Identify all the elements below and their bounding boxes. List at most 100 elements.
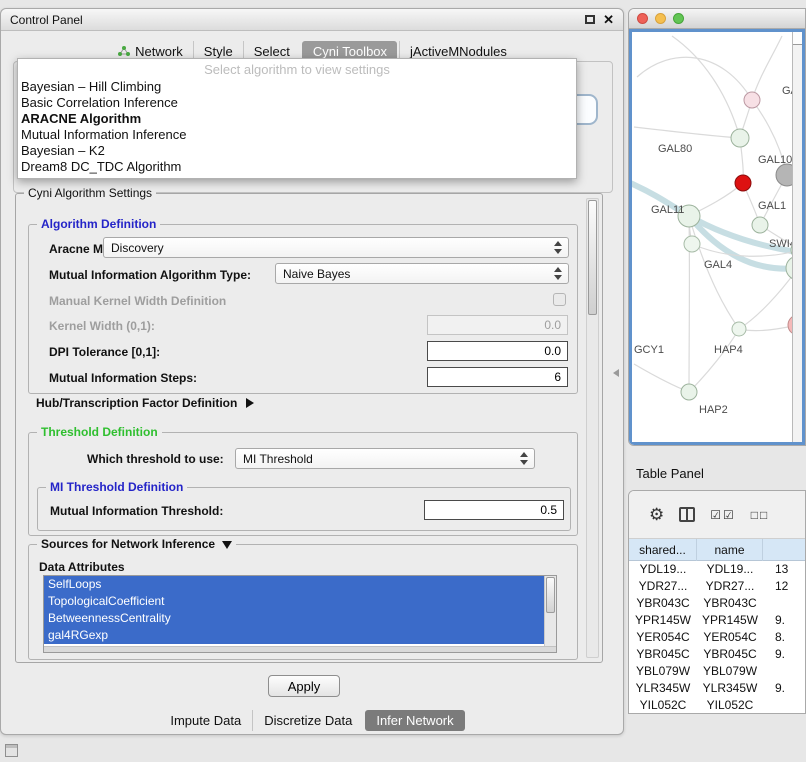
table-row[interactable]: YDL19...YDL19...13	[629, 561, 805, 578]
network-node[interactable]	[752, 217, 768, 233]
collapsed-triangle-icon	[246, 398, 254, 408]
network-node[interactable]	[735, 175, 751, 191]
attribute-list-item[interactable]: BetweennessCentrality	[44, 610, 544, 627]
aracne-mode-value: Discovery	[111, 241, 164, 255]
network-window-titlebar[interactable]	[629, 9, 805, 29]
network-edge[interactable]	[752, 36, 782, 100]
close-window-icon[interactable]: ✕	[603, 13, 614, 26]
algorithm-option[interactable]: ARACNE Algorithm	[18, 111, 576, 127]
table-cell: YDL19...	[629, 561, 697, 578]
table-panel-title: Table Panel	[636, 466, 704, 481]
table-cell: 8.	[763, 629, 805, 646]
dpi-tolerance-label: DPI Tolerance [0,1]:	[49, 342, 160, 362]
attributes-vertical-scrollbar[interactable]	[544, 576, 556, 646]
table-toolbar: ⚙ ☑☑ □□	[629, 491, 805, 539]
network-node[interactable]	[684, 236, 700, 252]
mi-threshold-input[interactable]	[424, 500, 564, 520]
apply-button[interactable]: Apply	[268, 675, 340, 697]
attributes-horizontal-scrollbar[interactable]	[44, 646, 556, 652]
tab-discretize-data[interactable]: Discretize Data	[252, 710, 363, 731]
network-node[interactable]	[744, 92, 760, 108]
gear-icon[interactable]: ⚙	[649, 506, 664, 523]
network-edge[interactable]	[637, 57, 752, 100]
network-edge[interactable]	[689, 329, 739, 392]
attribute-list-item[interactable]: SelfLoops	[44, 576, 544, 593]
network-edge[interactable]	[672, 36, 740, 138]
mi-steps-input[interactable]	[427, 367, 568, 387]
data-attributes-list[interactable]: SelfLoopsTopologicalCoefficientBetweenne…	[43, 575, 557, 653]
table-row[interactable]: YPR145WYPR145W9.	[629, 612, 805, 629]
network-node[interactable]	[732, 322, 746, 336]
deselect-all-checkbox-icon[interactable]: □□	[751, 508, 770, 522]
table-row[interactable]: YDR27...YDR27...12	[629, 578, 805, 595]
scrollbar-button[interactable]	[793, 32, 802, 45]
scrollbar-thumb[interactable]	[546, 577, 555, 613]
manual-kernel-checkbox[interactable]	[553, 293, 566, 306]
settings-scrollbar[interactable]	[586, 198, 599, 658]
algorithm-option[interactable]: Bayesian – K2	[18, 143, 576, 159]
settings-group-title: Cyni Algorithm Settings	[24, 186, 156, 200]
network-graph[interactable]: GALGAL80GAL10GAL11GAL1SWI4GAL4GCY1HAP4YH…	[632, 32, 795, 441]
network-scrollbar[interactable]	[792, 32, 802, 442]
network-node[interactable]	[731, 129, 749, 147]
sources-group: Sources for Network Inference Data Attri…	[28, 544, 578, 660]
table-row[interactable]: YBL079WYBL079W	[629, 663, 805, 680]
tab-impute-data[interactable]: Impute Data	[159, 710, 252, 731]
network-canvas[interactable]: GALGAL80GAL10GAL11GAL1SWI4GAL4GCY1HAP4YH…	[629, 29, 805, 445]
table-column-header[interactable]	[763, 539, 805, 561]
attribute-list-item[interactable]: TopologicalCoefficient	[44, 593, 544, 610]
table-row[interactable]: YER054CYER054C8.	[629, 629, 805, 646]
network-view-window: GALGAL80GAL10GAL11GAL1SWI4GAL4GCY1HAP4YH…	[628, 8, 806, 446]
network-edge[interactable]	[739, 268, 795, 329]
mi-type-select[interactable]: Naive Bayes	[275, 263, 569, 284]
select-all-checkbox-icon[interactable]: ☑☑	[710, 508, 736, 522]
algorithm-option[interactable]: Basic Correlation Inference	[18, 95, 576, 111]
network-node-label: GAL10	[758, 154, 792, 166]
kernel-width-input[interactable]	[427, 315, 568, 335]
table-row[interactable]: YBR045CYBR045C9.	[629, 646, 805, 663]
zoom-traffic-light-icon[interactable]	[673, 13, 684, 24]
data-attributes-label: Data Attributes	[39, 557, 125, 577]
network-edge[interactable]	[634, 127, 740, 138]
algorithm-definition-title: Algorithm Definition	[37, 217, 160, 231]
minimize-traffic-light-icon[interactable]	[655, 13, 666, 24]
collapsed-panel-icon[interactable]	[5, 744, 18, 757]
dpi-tolerance-input[interactable]	[427, 341, 568, 361]
network-node[interactable]	[681, 384, 697, 400]
scrollbar-thumb[interactable]	[588, 200, 597, 315]
mi-threshold-label: Mutual Information Threshold:	[50, 501, 223, 521]
attribute-list-item[interactable]: gal4RGexp	[44, 627, 544, 644]
tab-label: Style	[204, 44, 233, 59]
table-column-header[interactable]: name	[697, 539, 763, 561]
network-node-label: HAP4	[714, 344, 743, 356]
algorithm-option[interactable]: Bayesian – Hill Climbing	[18, 79, 576, 95]
network-edge[interactable]	[739, 325, 795, 331]
columns-icon[interactable]	[679, 507, 695, 522]
table-column-header[interactable]: shared...	[629, 539, 697, 561]
table-row[interactable]: YLR345WYLR345W9.	[629, 680, 805, 697]
table-row[interactable]: YIL052CYIL052C	[629, 697, 805, 714]
table-cell: 9.	[763, 612, 805, 629]
which-threshold-select[interactable]: MI Threshold	[235, 448, 535, 469]
table-cell: YIL052C	[629, 697, 697, 714]
combo-arrows-icon	[553, 241, 562, 254]
table-cell: YPR145W	[697, 612, 763, 629]
algorithm-option[interactable]: Dream8 DC_TDC Algorithm	[18, 159, 576, 175]
table-cell: YDR27...	[697, 578, 763, 595]
aracne-mode-select[interactable]: Discovery	[103, 237, 569, 258]
hub-definition-toggle[interactable]: Hub/Transcription Factor Definition	[36, 396, 254, 410]
table-cell: YER054C	[697, 629, 763, 646]
network-tab-icon	[117, 45, 130, 57]
tab-infer-network[interactable]: Infer Network	[365, 710, 464, 731]
close-traffic-light-icon[interactable]	[637, 13, 648, 24]
table-row[interactable]: YBR043CYBR043C	[629, 595, 805, 612]
network-edge[interactable]	[634, 364, 689, 392]
float-window-icon[interactable]	[585, 15, 595, 24]
window-title: Control Panel	[10, 13, 83, 27]
table-cell: YLR345W	[697, 680, 763, 697]
control-panel-titlebar[interactable]: Control Panel ✕	[1, 9, 623, 31]
tab-label: jActiveMNodules	[410, 44, 507, 59]
sources-group-title[interactable]: Sources for Network Inference	[37, 537, 236, 551]
splitter-collapse-icon[interactable]	[613, 369, 619, 377]
algorithm-option[interactable]: Mutual Information Inference	[18, 127, 576, 143]
